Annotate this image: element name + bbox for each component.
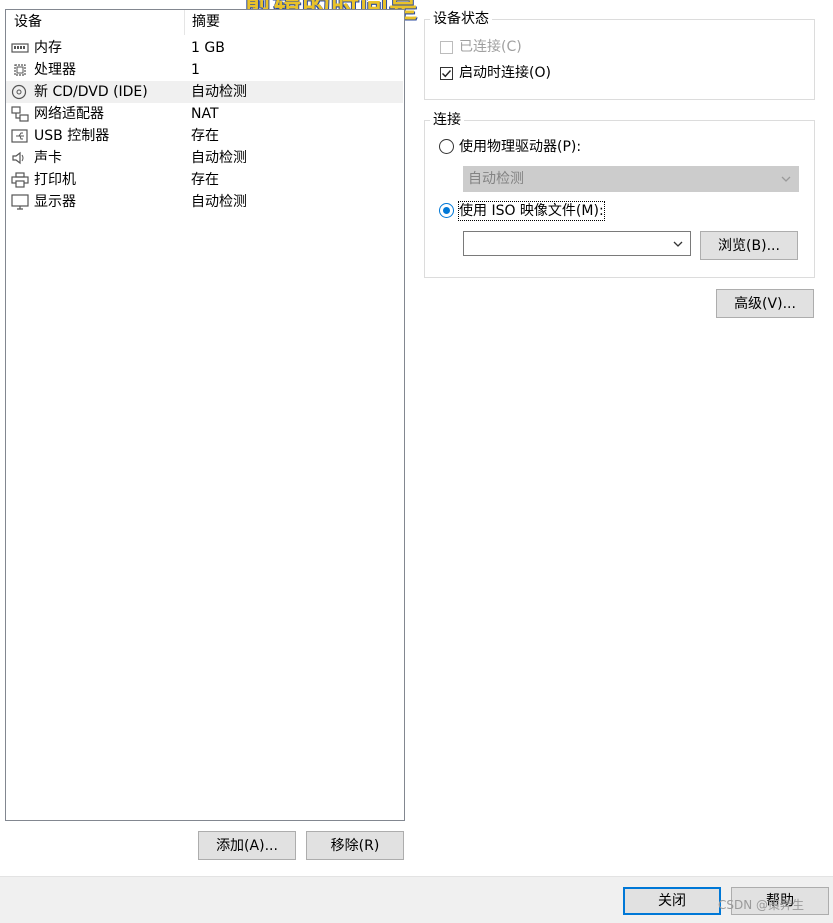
memory-icon <box>11 43 29 53</box>
device-name: 声卡 <box>34 150 62 166</box>
device-row-display[interactable]: 显示器 自动检测 <box>6 191 403 213</box>
monitor-icon <box>11 194 29 210</box>
device-summary: 自动检测 <box>191 194 247 210</box>
printer-icon <box>11 172 29 188</box>
iso-image-label: 使用 ISO 映像文件(M): <box>458 201 605 221</box>
physical-drive-value: 自动检测 <box>468 171 524 187</box>
chevron-down-icon <box>673 241 683 247</box>
device-row-processor[interactable]: 处理器 1 <box>6 59 403 81</box>
advanced-button[interactable]: 高级(V)... <box>716 289 814 318</box>
chevron-down-icon <box>781 176 791 182</box>
device-row-cd-dvd[interactable]: 新 CD/DVD (IDE) 自动检测 <box>6 81 403 103</box>
device-summary: 存在 <box>191 172 219 188</box>
connect-on-start-checkbox[interactable] <box>440 67 453 80</box>
speaker-icon <box>12 151 24 165</box>
column-header-device[interactable]: 设备 <box>6 10 184 35</box>
processor-icon <box>14 64 26 76</box>
device-row-usb[interactable]: USB 控制器 存在 <box>6 125 403 147</box>
device-name: USB 控制器 <box>34 128 110 144</box>
device-row-sound-card[interactable]: 声卡 自动检测 <box>6 147 403 169</box>
iso-image-radio[interactable] <box>439 203 454 218</box>
device-name: 网络适配器 <box>34 106 104 122</box>
remove-device-button[interactable]: 移除(R) <box>306 831 404 860</box>
connected-label: 已连接(C) <box>459 39 522 55</box>
checkmark-icon <box>442 70 452 78</box>
device-row-network-adapter[interactable]: 网络适配器 NAT <box>6 103 403 125</box>
device-list[interactable]: 设备 摘要 内存 1 GB 处理器 1 新 CD/DVD (IDE) 自动检测 <box>5 9 405 821</box>
physical-drive-radio[interactable] <box>439 139 454 154</box>
device-row-memory[interactable]: 内存 1 GB <box>6 37 403 59</box>
add-device-button[interactable]: 添加(A)... <box>198 831 296 860</box>
device-summary: 1 GB <box>191 40 225 56</box>
device-summary: NAT <box>191 106 219 122</box>
browse-button[interactable]: 浏览(B)... <box>700 231 798 260</box>
connect-on-start-label: 启动时连接(O) <box>459 65 551 81</box>
iso-path-combobox[interactable] <box>463 231 691 256</box>
column-header-summary[interactable]: 摘要 <box>184 10 403 35</box>
device-name: 内存 <box>34 40 62 56</box>
device-summary: 存在 <box>191 128 219 144</box>
connected-checkbox[interactable] <box>440 41 453 54</box>
physical-drive-label: 使用物理驱动器(P): <box>459 139 582 155</box>
device-summary: 自动检测 <box>191 150 247 166</box>
device-summary: 1 <box>191 62 200 78</box>
device-status-title: 设备状态 <box>430 10 492 28</box>
device-summary: 自动检测 <box>191 84 247 100</box>
connection-title: 连接 <box>430 111 464 129</box>
device-name: 打印机 <box>34 172 76 188</box>
device-name: 新 CD/DVD (IDE) <box>34 84 148 100</box>
network-adapter-icon <box>11 106 29 122</box>
physical-drive-select[interactable]: 自动检测 <box>463 166 799 192</box>
close-button[interactable]: 关闭 <box>623 887 721 915</box>
cd-dvd-icon <box>11 84 27 100</box>
device-name: 处理器 <box>34 62 76 78</box>
usb-icon <box>11 129 28 143</box>
watermark: CSDN @策奔生 <box>718 898 805 912</box>
device-row-printer[interactable]: 打印机 存在 <box>6 169 403 191</box>
device-name: 显示器 <box>34 194 76 210</box>
device-status-group <box>424 19 815 100</box>
